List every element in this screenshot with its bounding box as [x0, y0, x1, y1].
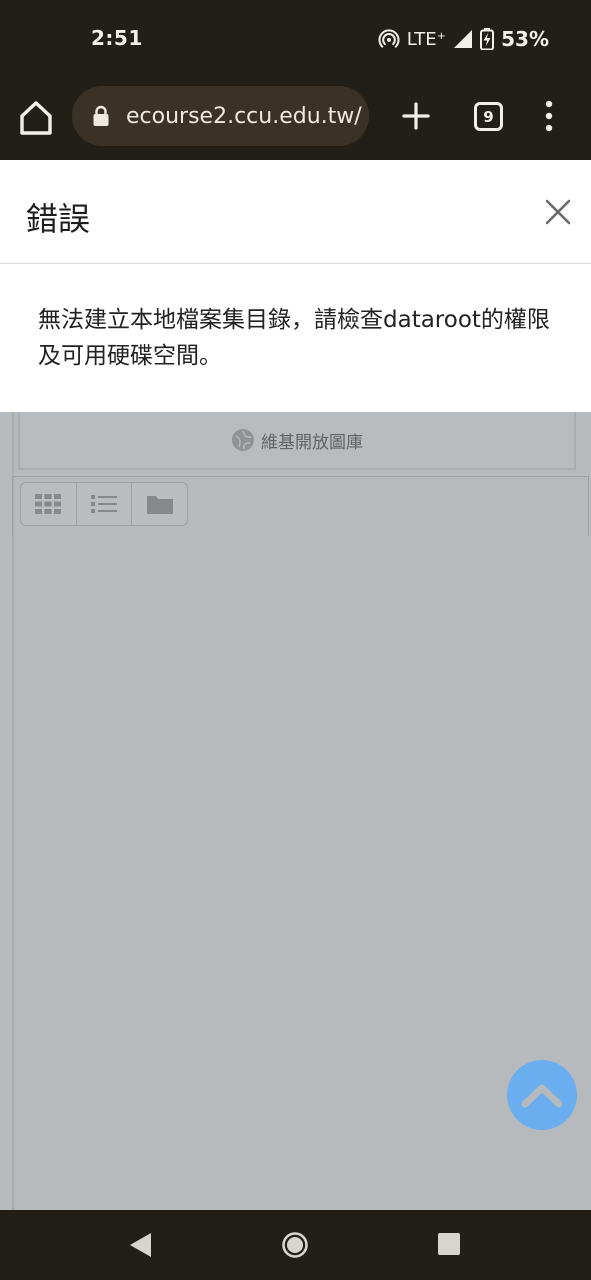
lock-icon	[93, 105, 109, 126]
dialog-header: 錯誤	[0, 160, 591, 264]
error-dialog: 錯誤 無法建立本地檔案集目錄，請檢查dataroot的權限及可用硬碟空間。	[0, 160, 591, 412]
view-mode-toggle	[20, 482, 188, 526]
repository-banner[interactable]: 維基開放圖庫	[18, 412, 576, 470]
signal-icon	[454, 30, 473, 48]
scroll-to-top-button[interactable]	[507, 1060, 577, 1130]
grid-view-button[interactable]	[21, 483, 77, 525]
tab-switcher-button[interactable]: 9	[474, 102, 503, 131]
network-type: LTE⁺	[406, 28, 447, 50]
url-bar[interactable]: ecourse2.ccu.edu.tw/	[72, 86, 369, 146]
folder-view-button[interactable]	[132, 483, 187, 525]
system-nav-bar	[0, 1210, 591, 1280]
repository-label: 維基開放圖庫	[261, 432, 363, 453]
list-icon	[91, 495, 117, 513]
battery-charging-icon	[480, 28, 495, 50]
browser-toolbar: ecourse2.ccu.edu.tw/ 9	[0, 78, 591, 160]
home-circle-icon[interactable]	[281, 1231, 309, 1259]
tab-count: 9	[483, 107, 494, 126]
status-icons: LTE⁺ 53%	[378, 25, 549, 53]
recents-icon[interactable]	[438, 1233, 460, 1255]
home-icon[interactable]	[18, 98, 54, 138]
status-bar: 2:51 LTE⁺ 53%	[0, 0, 591, 78]
wikimedia-icon	[232, 429, 254, 451]
list-view-button[interactable]	[77, 483, 133, 525]
hotspot-icon	[378, 29, 400, 48]
back-icon[interactable]	[128, 1232, 154, 1258]
chevron-up-icon	[521, 1084, 563, 1108]
folder-icon	[146, 496, 173, 514]
dialog-message: 無法建立本地檔案集目錄，請檢查dataroot的權限及可用硬碟空間。	[38, 307, 550, 369]
plus-icon[interactable]	[400, 100, 432, 132]
battery-percent: 53%	[501, 27, 549, 51]
dialog-title: 錯誤	[26, 200, 91, 238]
status-time: 2:51	[91, 26, 143, 50]
grid-icon	[35, 494, 62, 514]
close-icon[interactable]	[542, 196, 574, 228]
url-text: ecourse2.ccu.edu.tw/	[126, 103, 362, 129]
more-vert-icon[interactable]	[540, 100, 558, 132]
